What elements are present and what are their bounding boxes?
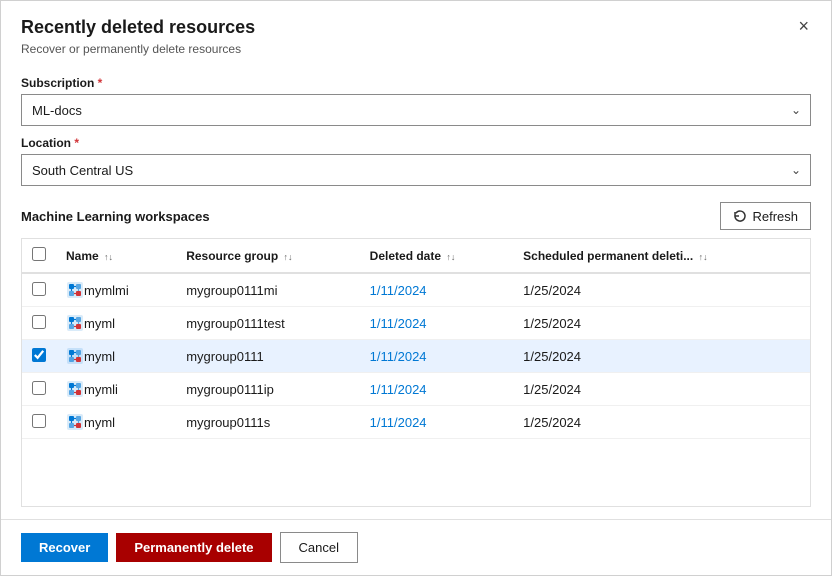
row-resource-group: mygroup0111mi <box>176 273 359 307</box>
row-resource-group: mygroup0111ip <box>176 373 359 406</box>
row-scheduled-delete: 1/25/2024 <box>513 273 810 307</box>
dialog-body: Subscription * ML-docs ⌄ Location * Sout… <box>1 64 831 519</box>
row-deleted-date: 1/11/2024 <box>360 406 514 439</box>
refresh-icon <box>733 209 747 223</box>
subscription-select[interactable]: ML-docs <box>21 94 811 126</box>
cancel-button[interactable]: Cancel <box>280 532 358 563</box>
row-resource-group: mygroup0111test <box>176 307 359 340</box>
row-scheduled-delete: 1/25/2024 <box>513 307 810 340</box>
row-checkbox-cell <box>22 340 56 373</box>
row-name: myml <box>84 316 115 331</box>
row-scheduled-delete: 1/25/2024 <box>513 406 810 439</box>
row-name: myml <box>84 349 115 364</box>
row-checkbox-cell <box>22 307 56 340</box>
refresh-label: Refresh <box>752 209 798 224</box>
row-checkbox-cell <box>22 273 56 307</box>
row-checkbox[interactable] <box>32 282 46 296</box>
row-resource-group: mygroup0111 <box>176 340 359 373</box>
deleted-date-sort-icon: ↑↓ <box>446 252 455 262</box>
subscription-select-wrapper: ML-docs ⌄ <box>21 94 811 126</box>
row-name-cell: mymlmi <box>56 273 176 307</box>
required-star: * <box>94 76 102 90</box>
recently-deleted-dialog: Recently deleted resources Recover or pe… <box>0 0 832 576</box>
location-group: Location * South Central US ⌄ <box>21 136 811 186</box>
recover-button[interactable]: Recover <box>21 533 108 562</box>
subscription-label: Subscription * <box>21 76 811 90</box>
row-checkbox[interactable] <box>32 381 46 395</box>
name-sort-icon: ↑↓ <box>104 252 113 262</box>
section-header: Machine Learning workspaces Refresh <box>21 202 811 230</box>
permanently-delete-button[interactable]: Permanently delete <box>116 533 271 562</box>
table-row: mymli mygroup0111ip1/11/20241/25/2024 <box>22 373 810 406</box>
location-select-wrapper: South Central US ⌄ <box>21 154 811 186</box>
row-deleted-date: 1/11/2024 <box>360 340 514 373</box>
table-body: mymlmi mygroup0111mi1/11/20241/25/2024 m… <box>22 273 810 439</box>
dialog-title: Recently deleted resources <box>21 17 811 38</box>
row-name: myml <box>84 415 115 430</box>
subscription-group: Subscription * ML-docs ⌄ <box>21 76 811 126</box>
table-row: myml mygroup0111s1/11/20241/25/2024 <box>22 406 810 439</box>
row-deleted-date: 1/11/2024 <box>360 373 514 406</box>
table-header: Name ↑↓ Resource group ↑↓ Deleted date ↑… <box>22 239 810 273</box>
row-name-cell: mymli <box>56 373 176 406</box>
row-deleted-date: 1/11/2024 <box>360 307 514 340</box>
row-checkbox-cell <box>22 406 56 439</box>
dialog-subtitle: Recover or permanently delete resources <box>21 42 811 56</box>
row-name: mymli <box>84 382 118 397</box>
refresh-button[interactable]: Refresh <box>720 202 811 230</box>
row-name-cell: myml <box>56 307 176 340</box>
row-scheduled-delete: 1/25/2024 <box>513 340 810 373</box>
ml-workspace-icon <box>66 314 84 332</box>
row-name: mymlmi <box>84 283 129 298</box>
table-row: myml mygroup01111/11/20241/25/2024 <box>22 340 810 373</box>
row-scheduled-delete: 1/25/2024 <box>513 373 810 406</box>
deleted-date-column-header[interactable]: Deleted date ↑↓ <box>360 239 514 273</box>
row-name-cell: myml <box>56 340 176 373</box>
row-checkbox[interactable] <box>32 348 46 362</box>
dialog-header: Recently deleted resources Recover or pe… <box>1 1 831 64</box>
resource-group-sort-icon: ↑↓ <box>284 252 293 262</box>
ml-workspace-icon <box>66 413 84 431</box>
location-select[interactable]: South Central US <box>21 154 811 186</box>
name-column-header[interactable]: Name ↑↓ <box>56 239 176 273</box>
resources-table-container: Name ↑↓ Resource group ↑↓ Deleted date ↑… <box>21 238 811 507</box>
ml-workspace-icon <box>66 380 84 398</box>
resources-table: Name ↑↓ Resource group ↑↓ Deleted date ↑… <box>22 239 810 439</box>
row-deleted-date: 1/11/2024 <box>360 273 514 307</box>
resource-group-column-header[interactable]: Resource group ↑↓ <box>176 239 359 273</box>
select-all-header[interactable] <box>22 239 56 273</box>
row-checkbox[interactable] <box>32 315 46 329</box>
scheduled-delete-column-header[interactable]: Scheduled permanent deleti... ↑↓ <box>513 239 810 273</box>
location-label: Location * <box>21 136 811 150</box>
section-title: Machine Learning workspaces <box>21 209 210 224</box>
scheduled-sort-icon: ↑↓ <box>699 252 708 262</box>
ml-workspace-icon <box>66 281 84 299</box>
row-name-cell: myml <box>56 406 176 439</box>
dialog-footer: Recover Permanently delete Cancel <box>1 519 831 575</box>
select-all-checkbox[interactable] <box>32 247 46 261</box>
required-star-2: * <box>71 136 79 150</box>
table-row: mymlmi mygroup0111mi1/11/20241/25/2024 <box>22 273 810 307</box>
row-checkbox[interactable] <box>32 414 46 428</box>
row-resource-group: mygroup0111s <box>176 406 359 439</box>
table-row: myml mygroup0111test1/11/20241/25/2024 <box>22 307 810 340</box>
row-checkbox-cell <box>22 373 56 406</box>
close-button[interactable]: × <box>792 15 815 37</box>
ml-workspace-icon <box>66 347 84 365</box>
